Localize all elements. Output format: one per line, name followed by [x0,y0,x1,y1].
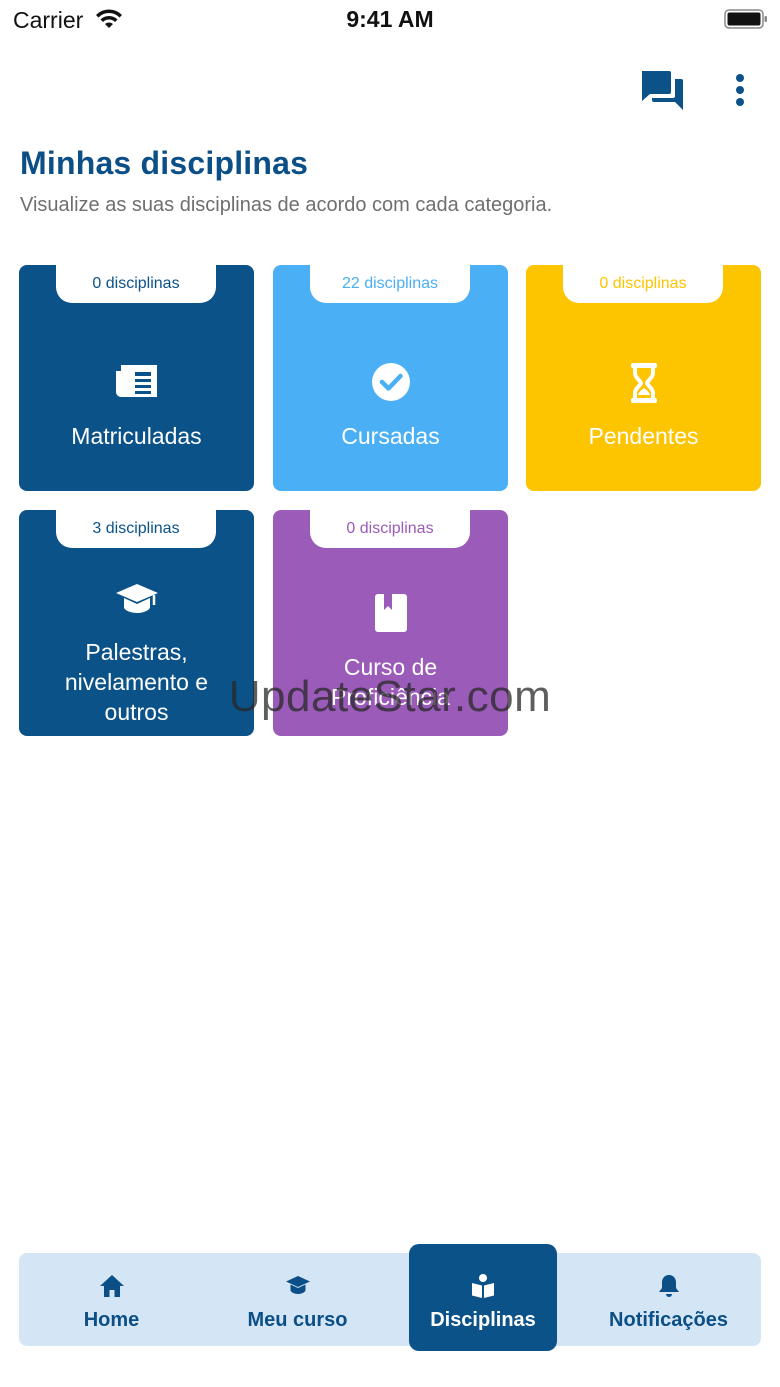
nav-notificacoes[interactable]: Notificações [576,1253,761,1346]
home-icon [99,1275,124,1297]
newspaper-icon [19,363,254,399]
card-label: Pendentes [588,423,699,449]
card-count: 0 disciplinas [563,265,723,303]
card-matriculadas[interactable]: 0 disciplinas Matriculadas [19,265,254,491]
graduation-cap-icon [285,1276,310,1294]
nav-label: Disciplinas [430,1309,536,1331]
bookmark-book-icon [273,593,508,633]
bottom-nav: Home Meu curso Notificações [19,1253,761,1346]
graduation-cap-icon [19,580,254,616]
book-reader-icon [472,1274,494,1298]
card-pendentes[interactable]: 0 disciplinas Pendentes [526,265,761,491]
card-count: 22 disciplinas [310,265,470,303]
nav-label: Notificações [609,1309,728,1331]
watermark: UpdateStar.com [228,672,552,721]
nav-disciplinas[interactable]: Disciplinas [409,1244,557,1351]
battery-icon [724,9,767,29]
nav-meu-curso[interactable]: Meu curso [204,1253,391,1346]
nav-label: Meu curso [247,1309,348,1331]
page-title: Minhas disciplinas [20,145,309,181]
more-vertical-icon[interactable] [726,68,754,112]
card-label: Matriculadas [71,423,202,449]
page-subtitle: Visualize as suas disciplinas de acordo … [20,194,553,216]
card-label: Cursadas [341,423,440,449]
clock: 9:41 AM [346,6,434,32]
bell-icon [658,1275,679,1297]
card-cursadas[interactable]: 22 disciplinas Cursadas [273,265,508,491]
card-count: 0 disciplinas [310,510,470,548]
status-bar: Carrier 9:41 AM [0,0,780,40]
chat-icon[interactable] [639,68,685,112]
hourglass-icon [526,362,761,404]
nav-label: Home [83,1309,140,1331]
card-count: 3 disciplinas [56,510,216,548]
card-count: 0 disciplinas [56,265,216,303]
nav-home[interactable]: Home [19,1253,204,1346]
check-circle-icon [273,362,508,402]
